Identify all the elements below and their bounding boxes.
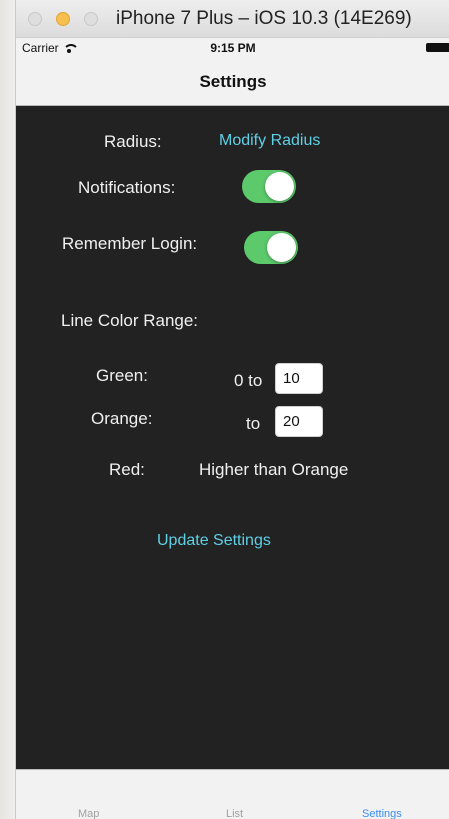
- remember-login-toggle[interactable]: [244, 231, 298, 264]
- zoom-window-button[interactable]: [84, 12, 98, 26]
- orange-range-prefix: to: [246, 414, 261, 433]
- remember-login-label: Remember Login:: [62, 234, 198, 253]
- tab-map[interactable]: Map: [78, 808, 99, 819]
- navigation-bar: Settings: [16, 58, 449, 106]
- window-titlebar: iPhone 7 Plus – iOS 10.3 (14E269): [16, 0, 449, 38]
- notifications-toggle-knob: [265, 172, 294, 201]
- update-settings-button[interactable]: Update Settings: [157, 532, 271, 550]
- tab-list[interactable]: List: [226, 808, 243, 819]
- status-time: 9:15 PM: [210, 41, 256, 55]
- notifications-toggle[interactable]: [242, 170, 296, 203]
- close-window-button[interactable]: [28, 12, 42, 26]
- ios-status-bar: Carrier 9:15 PM: [16, 38, 449, 58]
- green-max-input[interactable]: [275, 363, 323, 394]
- window-title: iPhone 7 Plus – iOS 10.3 (14E269): [116, 8, 412, 29]
- page-title: Settings: [199, 72, 267, 91]
- remember-login-toggle-knob: [267, 233, 296, 262]
- line-color-range-label: Line Color Range:: [61, 311, 199, 330]
- radius-label: Radius:: [104, 132, 162, 151]
- minimize-window-button[interactable]: [56, 12, 70, 26]
- green-range-prefix: 0 to: [234, 371, 263, 390]
- simulator-window: iPhone 7 Plus – iOS 10.3 (14E269) Carrie…: [15, 0, 449, 819]
- modify-radius-button[interactable]: Modify Radius: [219, 132, 320, 150]
- tab-bar: Map List Settings: [16, 769, 449, 819]
- tab-settings[interactable]: Settings: [362, 808, 402, 819]
- orange-max-input[interactable]: [275, 406, 323, 437]
- red-label: Red:: [109, 460, 145, 479]
- battery-icon: [426, 43, 449, 52]
- green-label: Green:: [96, 366, 148, 385]
- red-range-value: Higher than Orange: [199, 460, 349, 479]
- settings-content: Radius: Modify Radius Notifications: Rem…: [16, 106, 449, 769]
- notifications-label: Notifications:: [78, 178, 176, 197]
- orange-label: Orange:: [91, 409, 153, 428]
